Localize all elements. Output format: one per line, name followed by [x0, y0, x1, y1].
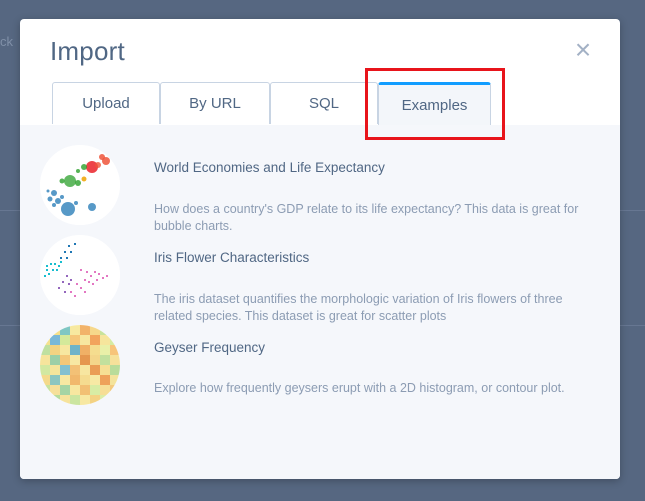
- example-title: Geyser Frequency: [154, 340, 266, 355]
- example-item-geyser[interactable]: Geyser Frequency Explore how frequently …: [20, 325, 620, 415]
- tab-bar: Upload By URL SQL Examples: [20, 82, 620, 126]
- tab-by-url[interactable]: By URL: [160, 82, 270, 124]
- example-item-iris[interactable]: Iris Flower Characteristics The iris dat…: [20, 235, 620, 325]
- example-description: The iris dataset quantifies the morpholo…: [154, 292, 563, 323]
- scatter-plot-thumbnail: [40, 235, 120, 315]
- tab-examples[interactable]: Examples: [378, 82, 491, 125]
- examples-list: World Economies and Life Expectancy How …: [20, 125, 620, 479]
- example-description: How does a country's GDP relate to its l…: [154, 202, 579, 233]
- bubble-chart-thumbnail: [40, 145, 120, 225]
- example-description: Explore how frequently geysers erupt wit…: [154, 381, 565, 395]
- close-icon[interactable]: ×: [571, 36, 595, 64]
- import-modal: Import × Upload By URL SQL Examples Worl…: [20, 19, 620, 479]
- histogram-2d-thumbnail: [40, 325, 120, 405]
- tab-upload[interactable]: Upload: [52, 82, 160, 124]
- tab-sql[interactable]: SQL: [270, 82, 378, 124]
- modal-title: Import: [50, 36, 125, 66]
- example-title: Iris Flower Characteristics: [154, 250, 310, 265]
- example-item-world-economies[interactable]: World Economies and Life Expectancy How …: [20, 145, 620, 235]
- background-text: ck: [0, 34, 13, 49]
- example-title: World Economies and Life Expectancy: [154, 160, 385, 175]
